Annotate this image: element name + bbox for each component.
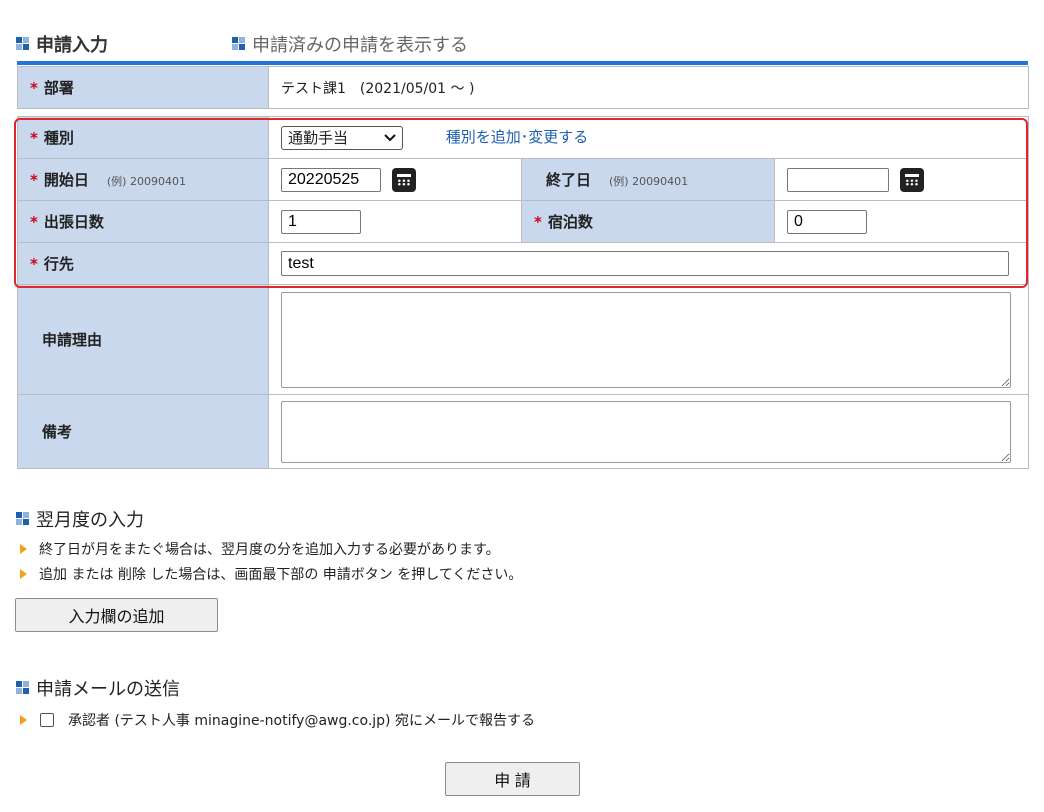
tab-application-input[interactable]: 申請入力: [16, 31, 108, 57]
type-label: 種別: [43, 129, 74, 147]
bullet-arrow-icon: [20, 715, 27, 725]
remarks-value-cell: [268, 394, 1029, 469]
bullet-arrow-icon: [20, 569, 27, 579]
remarks-label: 備考: [42, 423, 73, 441]
required-mark: *: [30, 255, 38, 273]
tab-label: 申請入力: [36, 35, 108, 56]
nights-value-cell: [774, 200, 1029, 243]
mail-heading: 申請メールの送信: [16, 675, 180, 701]
trip-days-input[interactable]: [281, 209, 361, 234]
notify-row: 承認者 (テスト人事 minagine-notify@awg.co.jp) 宛に…: [20, 710, 535, 730]
reason-textarea[interactable]: [281, 291, 1011, 388]
note-item: 終了日が月をまたぐ場合は、翌月度の分を追加入力する必要があります。: [20, 539, 500, 559]
next-month-heading: 翌月度の入力: [16, 506, 144, 532]
required-mark: *: [30, 79, 38, 97]
submit-button[interactable]: 申 請: [445, 762, 580, 796]
end-label: 終了日: [546, 171, 592, 189]
days-value-cell: [268, 200, 522, 243]
section-icon: [16, 681, 30, 695]
dept-value: テスト課1 (2021/05/01 〜 ): [268, 66, 1029, 109]
bullet-arrow-icon: [20, 544, 27, 554]
dest-value-cell: [268, 242, 1029, 285]
note-item: 追加 または 削除 した場合は、画面最下部の 申請ボタン を押してください。: [20, 564, 522, 584]
nights-label: 宿泊数: [547, 213, 593, 231]
dest-label-cell: * 行先: [17, 242, 269, 285]
notify-label: 承認者 (テスト人事 minagine-notify@awg.co.jp) 宛に…: [68, 713, 535, 729]
section-icon: [232, 37, 246, 51]
start-value-cell: [268, 158, 522, 201]
chevron-down-icon: [384, 133, 396, 141]
type-select[interactable]: 通勤手当: [281, 125, 403, 150]
start-label: 開始日: [43, 171, 89, 189]
notify-checkbox[interactable]: [40, 713, 54, 727]
tab-label: 申請済みの申請を表示する: [252, 35, 468, 56]
reason-label: 申請理由: [42, 331, 103, 349]
type-value-cell: 通勤手当 種別を追加･変更する: [268, 116, 1029, 159]
days-label: 出張日数: [43, 213, 104, 231]
end-date-input[interactable]: [787, 167, 889, 192]
section-icon: [16, 512, 30, 526]
start-example: (例) 20090401: [106, 175, 186, 188]
tab-submitted-applications[interactable]: 申請済みの申請を表示する: [232, 31, 468, 57]
remarks-label-cell: 備考: [17, 394, 269, 469]
section-title: 翌月度の入力: [36, 510, 144, 531]
reason-label-cell: 申請理由: [17, 284, 269, 395]
end-value-cell: [774, 158, 1029, 201]
note-text: 追加 または 削除 した場合は、画面最下部の 申請ボタン を押してください。: [39, 567, 523, 583]
start-label-cell: * 開始日 (例) 20090401: [17, 158, 269, 201]
dept-table: * 部署 テスト課1 (2021/05/01 〜 ): [17, 66, 1029, 109]
header-divider: [17, 61, 1028, 65]
calendar-icon[interactable]: [391, 167, 416, 192]
type-label-cell: * 種別: [17, 116, 269, 159]
destination-input[interactable]: [281, 251, 1009, 276]
required-mark: *: [30, 129, 38, 147]
section-title: 申請メールの送信: [36, 679, 180, 700]
note-text: 終了日が月をまたぐ場合は、翌月度の分を追加入力する必要があります。: [39, 542, 500, 558]
application-form: * 種別 通勤手当 種別を追加･変更する * 開始日 (例) 20090401 終了日…: [17, 116, 1029, 469]
required-mark: *: [534, 213, 542, 231]
section-icon: [16, 37, 30, 51]
days-label-cell: * 出張日数: [17, 200, 269, 243]
remarks-textarea[interactable]: [281, 400, 1011, 463]
add-input-button[interactable]: 入力欄の追加: [15, 598, 218, 632]
nights-input[interactable]: [787, 209, 867, 234]
dept-label: 部署: [43, 79, 74, 97]
type-selected: 通勤手当: [288, 129, 349, 147]
end-example: (例) 20090401: [609, 175, 689, 188]
calendar-icon[interactable]: [899, 167, 924, 192]
dept-label-cell: * 部署: [17, 66, 269, 109]
dest-label: 行先: [43, 255, 74, 273]
reason-value-cell: [268, 284, 1029, 395]
required-mark: *: [30, 213, 38, 231]
edit-type-link[interactable]: 種別を追加･変更する: [446, 128, 589, 146]
nights-label-cell: * 宿泊数: [521, 200, 775, 243]
start-date-input[interactable]: [281, 167, 381, 192]
required-mark: *: [30, 171, 38, 189]
end-label-cell: 終了日 (例) 20090401: [521, 158, 775, 201]
